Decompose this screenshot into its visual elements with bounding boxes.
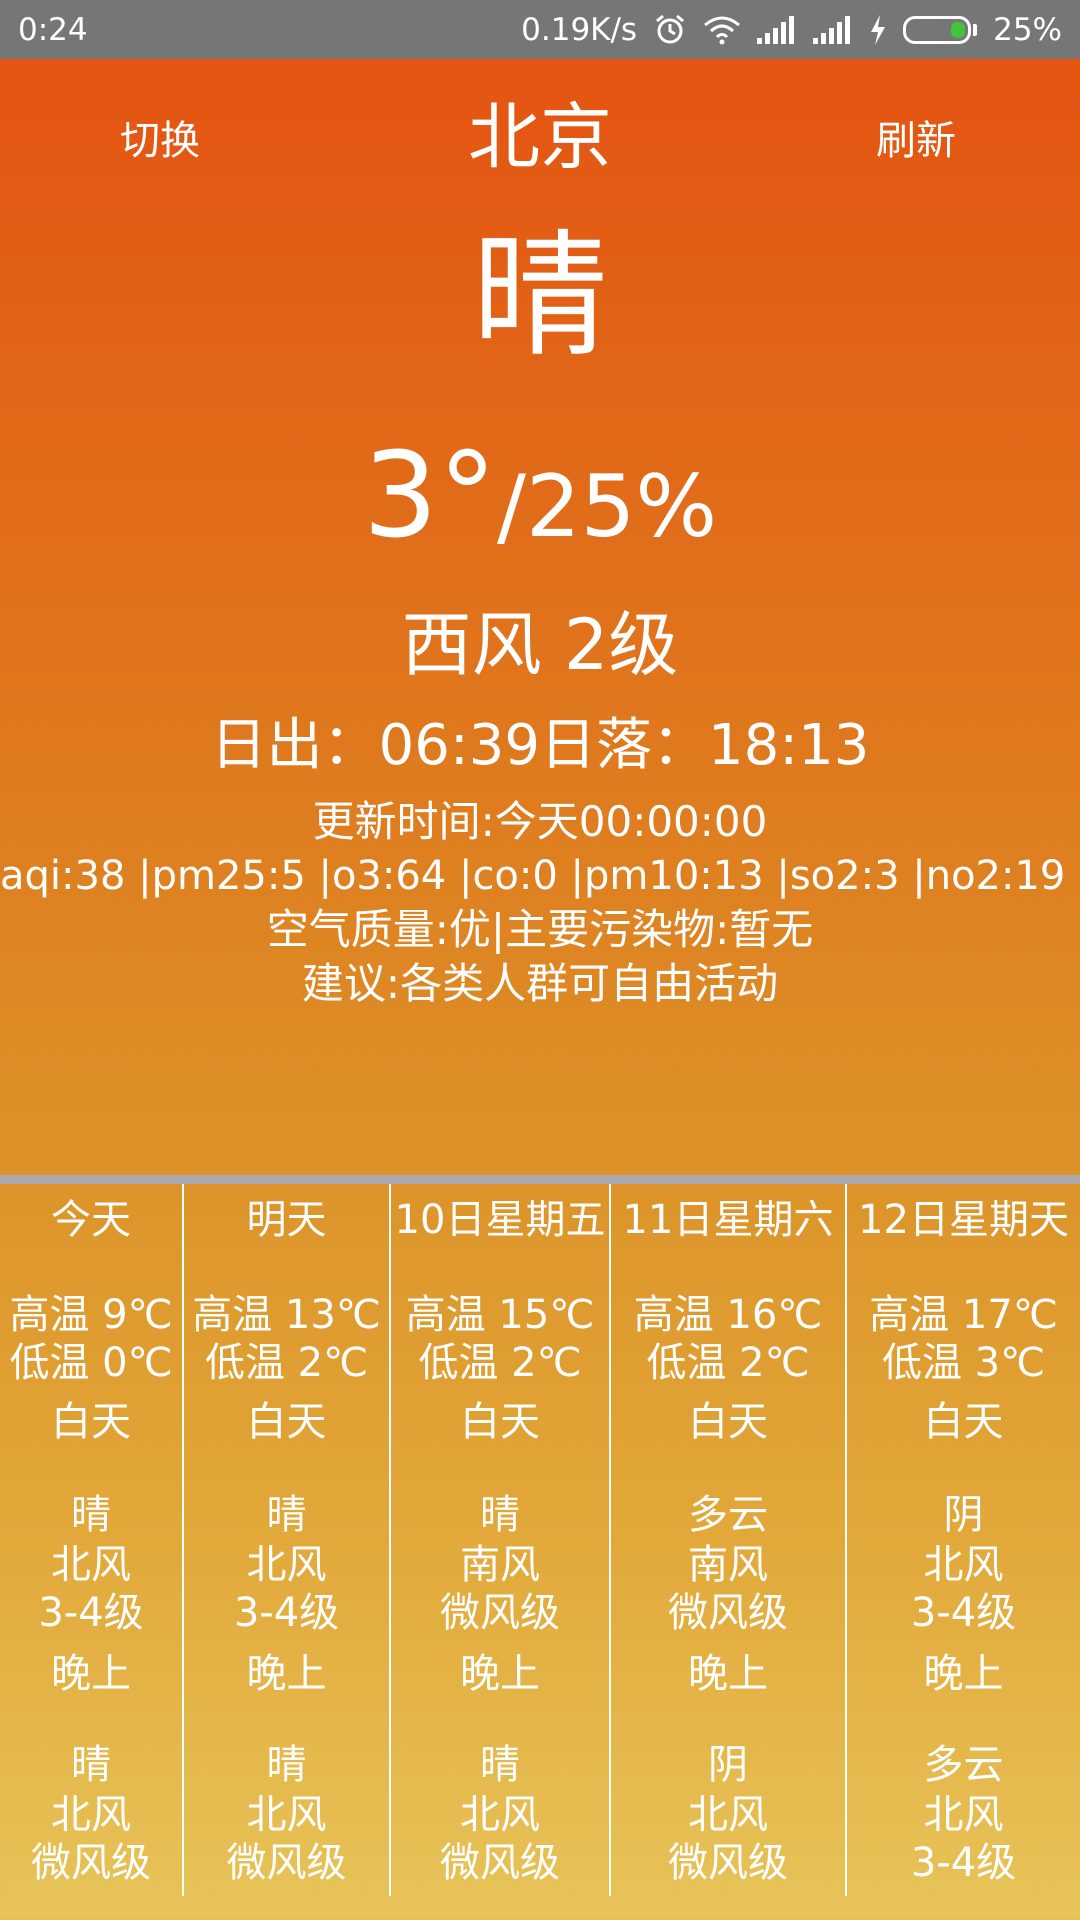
night-wind: 北风 xyxy=(923,1792,1004,1838)
forecast-day: 11日星期六 xyxy=(622,1197,834,1243)
forecast-day: 12日星期天 xyxy=(858,1197,1069,1243)
day-wind: 北风 xyxy=(246,1542,327,1588)
current-condition: 晴 xyxy=(472,218,608,376)
air-quality: 空气质量:优|主要污染物:暂无 xyxy=(266,905,814,954)
forecast-column: 明天 高温 13℃ 低温 2℃ 白天 晴 北风 3-4级 晚上 晴 北风 微风级 xyxy=(182,1184,389,1896)
current-temp: 3° xyxy=(362,426,497,564)
night-label: 晚上 xyxy=(460,1651,540,1697)
day-label: 白天 xyxy=(688,1399,768,1445)
day-wind-level: 3-4级 xyxy=(910,1590,1017,1636)
night-wind: 北风 xyxy=(688,1792,768,1838)
forecast-day: 明天 xyxy=(246,1197,327,1243)
forecast-grid: 今天 高温 9℃ 低温 0℃ 白天 晴 北风 3-4级 晚上 晴 北风 微风级 … xyxy=(0,1184,1080,1896)
night-weather: 多云 xyxy=(923,1742,1004,1788)
day-weather: 多云 xyxy=(688,1492,768,1538)
day-weather: 晴 xyxy=(480,1492,520,1538)
day-label: 白天 xyxy=(51,1399,131,1445)
battery-icon xyxy=(903,15,978,44)
status-icons: 0.19K/s 25% xyxy=(521,12,1062,48)
forecast-high: 高温 9℃ xyxy=(9,1292,173,1338)
day-weather: 晴 xyxy=(266,1492,307,1538)
night-wind-level: 微风级 xyxy=(226,1840,347,1886)
night-wind: 北风 xyxy=(460,1792,540,1838)
status-time: 0:24 xyxy=(18,11,88,48)
current-humidity: /25% xyxy=(496,457,718,557)
temp-humidity: 3°/25% xyxy=(0,430,1080,596)
forecast-low: 低温 2℃ xyxy=(204,1340,369,1386)
day-label: 白天 xyxy=(246,1399,327,1445)
night-wind-level: 微风级 xyxy=(31,1840,151,1886)
refresh-button[interactable]: 刷新 xyxy=(876,108,956,166)
current-wind: 西风 2级 xyxy=(401,604,679,686)
day-wind-level: 微风级 xyxy=(668,1590,788,1636)
day-weather: 晴 xyxy=(71,1492,111,1538)
header: 切换 北京 刷新 xyxy=(0,92,1080,182)
wifi-icon xyxy=(703,15,741,45)
night-wind-level: 3-4级 xyxy=(910,1840,1017,1886)
night-label: 晚上 xyxy=(688,1651,768,1697)
battery-percent: 25% xyxy=(993,11,1062,48)
day-wind: 北风 xyxy=(51,1542,131,1588)
day-wind: 南风 xyxy=(688,1542,768,1588)
forecast-low: 低温 2℃ xyxy=(418,1340,582,1386)
sunrise-sunset: 日出：06:39日落：18:13 xyxy=(210,713,870,778)
night-label: 晚上 xyxy=(51,1651,131,1697)
day-wind: 南风 xyxy=(460,1542,540,1588)
day-wind-level: 3-4级 xyxy=(38,1590,144,1636)
forecast-high: 高温 13℃ xyxy=(192,1292,381,1338)
divider xyxy=(0,1175,1080,1184)
forecast-day: 10日星期五 xyxy=(394,1197,606,1243)
day-wind-level: 微风级 xyxy=(440,1590,560,1636)
day-wind-level: 3-4级 xyxy=(233,1590,340,1636)
alarm-icon xyxy=(653,13,687,47)
signal-icon xyxy=(757,15,797,44)
signal-icon xyxy=(813,15,853,44)
day-label: 白天 xyxy=(460,1399,540,1445)
forecast-low: 低温 3℃ xyxy=(881,1340,1046,1386)
day-wind: 北风 xyxy=(923,1542,1004,1588)
forecast-column: 10日星期五 高温 15℃ 低温 2℃ 白天 晴 南风 微风级 晚上 晴 北风 … xyxy=(389,1184,609,1896)
network-speed: 0.19K/s xyxy=(521,11,638,48)
status-bar: 0:24 0.19K/s 25% xyxy=(0,0,1080,59)
charging-icon xyxy=(869,14,887,45)
forecast-high: 高温 16℃ xyxy=(633,1292,823,1338)
night-weather: 晴 xyxy=(266,1742,307,1788)
night-label: 晚上 xyxy=(923,1651,1004,1697)
day-label: 白天 xyxy=(923,1399,1004,1445)
forecast-low: 低温 2℃ xyxy=(646,1340,810,1386)
forecast-column: 11日星期六 高温 16℃ 低温 2℃ 白天 多云 南风 微风级 晚上 阴 北风… xyxy=(609,1184,845,1896)
advice: 建议:各类人群可自由活动 xyxy=(301,959,779,1008)
forecast-day: 今天 xyxy=(51,1197,131,1243)
night-weather: 阴 xyxy=(708,1742,748,1788)
day-weather: 阴 xyxy=(943,1492,984,1538)
aqi-line: aqi:38 |pm25:5 |o3:64 |co:0 |pm10:13 |so… xyxy=(0,853,1080,899)
night-wind-level: 微风级 xyxy=(668,1840,788,1886)
night-weather: 晴 xyxy=(71,1742,111,1788)
night-label: 晚上 xyxy=(246,1651,327,1697)
night-wind-level: 微风级 xyxy=(440,1840,560,1886)
forecast-low: 低温 0℃ xyxy=(9,1340,173,1386)
forecast-column: 12日星期天 高温 17℃ 低温 3℃ 白天 阴 北风 3-4级 晚上 多云 北… xyxy=(845,1184,1080,1896)
night-weather: 晴 xyxy=(480,1742,520,1788)
forecast-high: 高温 17℃ xyxy=(869,1292,1058,1338)
night-wind: 北风 xyxy=(51,1792,131,1838)
night-wind: 北风 xyxy=(246,1792,327,1838)
forecast-high: 高温 15℃ xyxy=(405,1292,595,1338)
update-time: 更新时间:今天00:00:00 xyxy=(312,797,768,846)
forecast-column: 今天 高温 9℃ 低温 0℃ 白天 晴 北风 3-4级 晚上 晴 北风 微风级 xyxy=(0,1184,182,1896)
